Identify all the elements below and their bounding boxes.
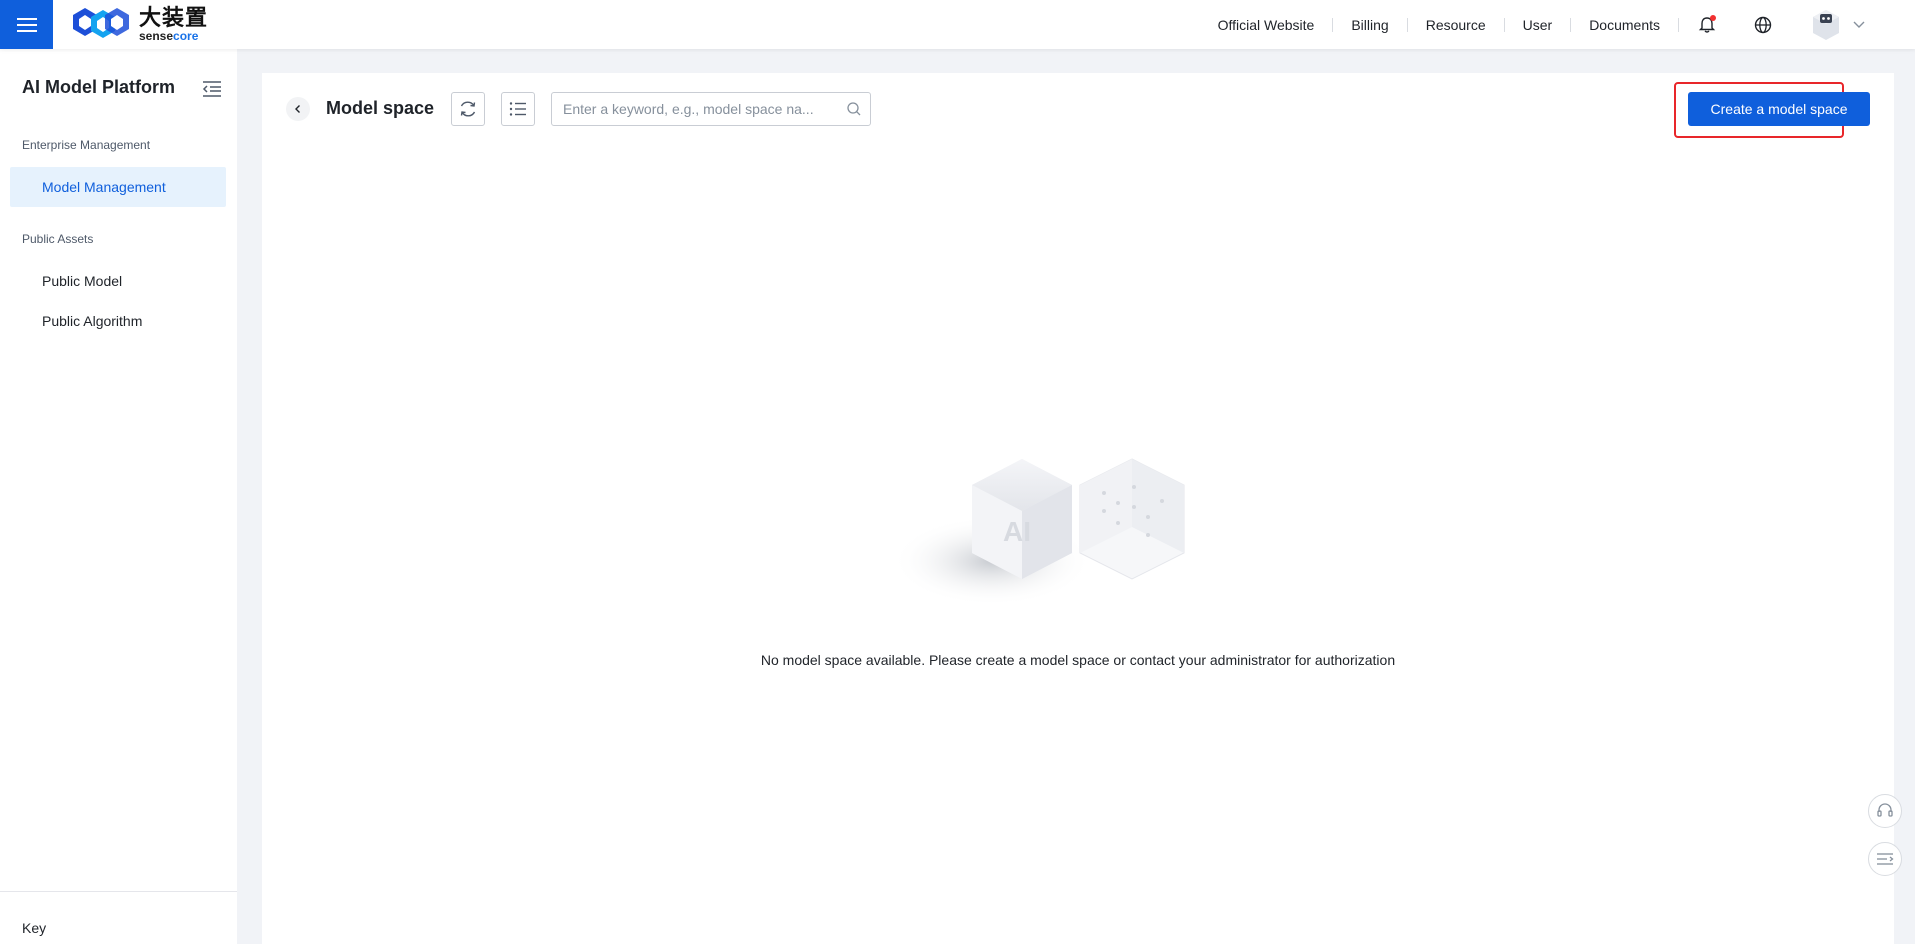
logo-cubes-icon bbox=[73, 8, 129, 38]
sidebar-item-model-management[interactable]: Model Management bbox=[10, 167, 226, 207]
refresh-button[interactable] bbox=[451, 92, 485, 126]
refresh-icon bbox=[460, 101, 476, 117]
headset-icon bbox=[1877, 803, 1893, 817]
nav-official-website[interactable]: Official Website bbox=[1200, 17, 1334, 32]
sidebar-item-key[interactable]: Key bbox=[22, 920, 46, 936]
user-avatar-menu[interactable] bbox=[1791, 0, 1915, 49]
search-input[interactable] bbox=[552, 93, 832, 125]
page-title: Model space bbox=[326, 98, 435, 118]
sidebar-item-public-model[interactable]: Public Model bbox=[10, 261, 226, 301]
nav-user[interactable]: User bbox=[1505, 17, 1572, 32]
sidebar-footer: Key bbox=[0, 891, 237, 944]
notification-dot bbox=[1710, 15, 1716, 21]
list-icon bbox=[509, 102, 526, 116]
sidebar-title: AI Model Platform bbox=[22, 77, 176, 97]
chevron-down-icon bbox=[1853, 21, 1865, 28]
main-content: Model space Create a model space AI bbox=[262, 73, 1894, 944]
sidebar: AI Model Platform Enterprise Management … bbox=[0, 49, 237, 944]
top-nav: Official Website Billing Resource User D… bbox=[1200, 0, 1915, 49]
list-view-button[interactable] bbox=[501, 92, 535, 126]
chevron-left-icon bbox=[295, 105, 300, 113]
nav-resource[interactable]: Resource bbox=[1408, 17, 1505, 32]
menu-collapse-icon bbox=[1877, 853, 1894, 865]
customer-service-button[interactable] bbox=[1868, 794, 1902, 828]
sensecore-logo[interactable]: 大装置 sensecore bbox=[71, 5, 208, 43]
sidebar-item-public-algorithm[interactable]: Public Algorithm bbox=[10, 301, 226, 341]
empty-state-message: No model space available. Please create … bbox=[760, 652, 1396, 668]
feedback-menu-button[interactable] bbox=[1868, 842, 1902, 876]
collapse-sidebar-icon[interactable] bbox=[200, 77, 224, 101]
logo-cn-text: 大装置 bbox=[139, 4, 209, 30]
empty-state-illustration: AI bbox=[892, 458, 1185, 606]
search-icon[interactable] bbox=[846, 101, 862, 122]
globe-icon[interactable] bbox=[1735, 0, 1791, 49]
sidebar-group-enterprise: Enterprise Management bbox=[22, 138, 151, 152]
sidebar-group-public-assets: Public Assets bbox=[22, 232, 94, 246]
search-field bbox=[551, 92, 871, 126]
logo-en-text: sensecore bbox=[139, 28, 199, 43]
create-model-space-button[interactable]: Create a model space bbox=[1688, 92, 1870, 126]
avatar bbox=[1813, 9, 1839, 40]
menu-icon[interactable] bbox=[0, 0, 53, 49]
illustration-ai-text: AI bbox=[1003, 516, 1031, 547]
notification-bell-icon[interactable] bbox=[1679, 0, 1735, 49]
nav-billing[interactable]: Billing bbox=[1333, 17, 1408, 32]
nav-documents[interactable]: Documents bbox=[1571, 17, 1679, 32]
back-button[interactable] bbox=[286, 97, 310, 121]
top-bar: 大装置 sensecore Official Website Billing R… bbox=[0, 0, 1915, 49]
